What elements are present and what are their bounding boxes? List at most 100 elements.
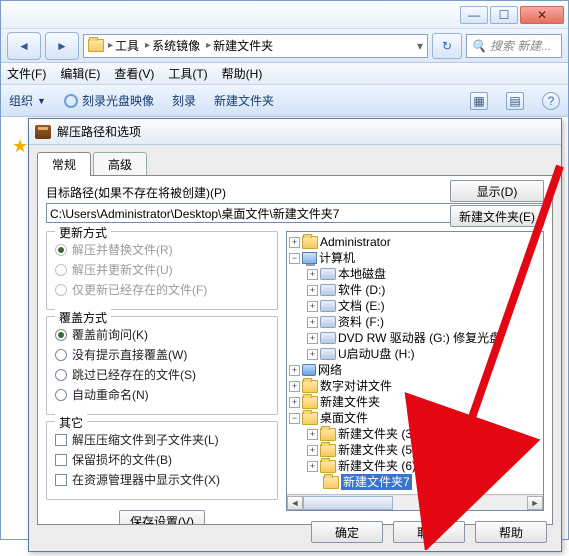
- tree-admin[interactable]: Administrator: [320, 234, 391, 250]
- new-folder-label: 新建文件夹: [214, 92, 274, 109]
- tree-computer[interactable]: 计算机: [319, 250, 355, 266]
- crumb-3[interactable]: ▸新建文件夹: [204, 37, 275, 54]
- crumb-2[interactable]: ▸系统镜像: [143, 37, 202, 54]
- crumb-1[interactable]: ▸工具: [106, 37, 141, 54]
- tab-advanced[interactable]: 高级: [93, 152, 147, 176]
- winrar-icon: [35, 125, 51, 139]
- overwrite-opt2[interactable]: 没有提示直接覆盖(W): [55, 346, 269, 363]
- expand-toggle[interactable]: +: [307, 317, 318, 328]
- expand-toggle[interactable]: +: [307, 333, 318, 344]
- search-box[interactable]: 🔍 搜索 新建...: [466, 34, 562, 58]
- tree-network[interactable]: 网络: [318, 362, 342, 378]
- burn-button[interactable]: 刻录: [172, 92, 196, 109]
- menu-edit[interactable]: 编辑(E): [60, 65, 100, 82]
- folder-icon: [302, 396, 318, 409]
- scroll-track[interactable]: [303, 496, 527, 510]
- misc-opt1[interactable]: 解压压缩文件到子文件夹(L): [55, 431, 269, 448]
- tree-newfolder[interactable]: 新建文件夹: [320, 394, 380, 410]
- burn-label: 刻录: [172, 92, 196, 109]
- help-dialog-button[interactable]: 帮助: [475, 521, 547, 543]
- organize-button[interactable]: 组织 ▼: [9, 92, 46, 109]
- burn-image-label: 刻录光盘映像: [82, 92, 154, 109]
- scroll-thumb[interactable]: [303, 496, 393, 510]
- tree-nf7[interactable]: 新建文件夹7: [341, 474, 412, 490]
- preview-pane-button[interactable]: ▤: [506, 92, 524, 110]
- update-opt3[interactable]: 仅更新已经存在的文件(F): [55, 281, 269, 298]
- tree-software[interactable]: 软件 (D:): [338, 282, 385, 298]
- help-label: 帮助: [499, 524, 523, 541]
- overwrite-opt4-label: 自动重命名(N): [72, 386, 149, 403]
- overwrite-opt4[interactable]: 自动重命名(N): [55, 386, 269, 403]
- tree-digital[interactable]: 数字对讲文件: [320, 378, 392, 394]
- update-opt3-label: 仅更新已经存在的文件(F): [72, 281, 207, 298]
- network-icon: [302, 364, 316, 376]
- misc-opt2[interactable]: 保留损坏的文件(B): [55, 451, 269, 468]
- tree-dvd[interactable]: DVD RW 驱动器 (G:) 修复光盘: [338, 330, 501, 346]
- expand-toggle[interactable]: +: [289, 397, 300, 408]
- minimize-button[interactable]: —: [460, 6, 488, 24]
- expand-toggle[interactable]: +: [307, 429, 318, 440]
- expand-toggle[interactable]: +: [307, 445, 318, 456]
- horizontal-scrollbar[interactable]: ◄ ►: [287, 494, 543, 510]
- expand-toggle[interactable]: −: [289, 413, 300, 424]
- misc-opt3-label: 在资源管理器中显示文件(X): [72, 471, 220, 488]
- update-opt1[interactable]: 解压并替换文件(R): [55, 241, 269, 258]
- address-row: ◄ ► ▸工具 ▸系统镜像 ▸新建文件夹 ▾ ↻ 🔍 搜索 新建...: [1, 29, 568, 63]
- tree-data[interactable]: 资料 (F:): [338, 314, 384, 330]
- expand-toggle[interactable]: +: [307, 349, 318, 360]
- radio-icon: [55, 244, 67, 256]
- search-placeholder: 搜索 新建...: [490, 37, 551, 54]
- ok-button[interactable]: 确定: [311, 521, 383, 543]
- close-button[interactable]: ✕: [520, 6, 564, 24]
- overwrite-opt1[interactable]: 覆盖前询问(K): [55, 326, 269, 343]
- burn-image-button[interactable]: 刻录光盘映像: [64, 92, 154, 109]
- update-opt2[interactable]: 解压并更新文件(U): [55, 261, 269, 278]
- expand-toggle[interactable]: +: [307, 461, 318, 472]
- tree-nf6[interactable]: 新建文件夹 (6): [338, 458, 416, 474]
- checkbox-icon: [55, 454, 67, 466]
- star-icon: ★: [12, 136, 28, 157]
- cancel-label: 取消: [417, 524, 441, 541]
- expand-toggle[interactable]: +: [289, 237, 300, 248]
- tree-nf3[interactable]: 新建文件夹 (3): [338, 426, 416, 442]
- expand-toggle[interactable]: +: [307, 269, 318, 280]
- tab-general[interactable]: 常规: [37, 152, 91, 176]
- forward-button[interactable]: ►: [45, 32, 79, 60]
- folder-tree[interactable]: + Administrator − 计算机 + 本地磁盘 + 软件 (D:) +…: [287, 232, 543, 494]
- expand-toggle[interactable]: +: [289, 381, 300, 392]
- search-icon: 🔍: [471, 39, 486, 53]
- view-options-button[interactable]: ▦: [470, 92, 488, 110]
- maximize-button[interactable]: ☐: [490, 6, 518, 24]
- display-button[interactable]: 显示(D): [450, 180, 544, 202]
- save-settings-button[interactable]: 保存设置(V): [119, 510, 205, 525]
- menu-help[interactable]: 帮助(H): [222, 65, 263, 82]
- scroll-left-button[interactable]: ◄: [287, 496, 303, 510]
- overwrite-opt3[interactable]: 跳过已经存在的文件(S): [55, 366, 269, 383]
- misc-legend: 其它: [55, 414, 87, 431]
- cancel-button[interactable]: 取消: [393, 521, 465, 543]
- new-folder-dialog-button[interactable]: 新建文件夹(E): [450, 205, 544, 227]
- menu-tools[interactable]: 工具(T): [168, 65, 207, 82]
- tree-desktop[interactable]: 桌面文件: [320, 410, 368, 426]
- radio-icon: [55, 369, 67, 381]
- back-button[interactable]: ◄: [7, 32, 41, 60]
- misc-opt1-label: 解压压缩文件到子文件夹(L): [72, 431, 219, 448]
- tree-localdisk[interactable]: 本地磁盘: [338, 266, 386, 282]
- help-button[interactable]: ?: [542, 92, 560, 110]
- refresh-button[interactable]: ↻: [432, 33, 462, 59]
- expand-toggle[interactable]: +: [307, 301, 318, 312]
- new-folder-button[interactable]: 新建文件夹: [214, 92, 274, 109]
- menu-view[interactable]: 查看(V): [114, 65, 154, 82]
- expand-toggle[interactable]: +: [289, 365, 300, 376]
- tab-general-label: 常规: [52, 158, 76, 172]
- menu-file[interactable]: 文件(F): [7, 65, 46, 82]
- misc-opt3[interactable]: 在资源管理器中显示文件(X): [55, 471, 269, 488]
- address-bar[interactable]: ▸工具 ▸系统镜像 ▸新建文件夹 ▾: [83, 34, 428, 58]
- tree-docs[interactable]: 文档 (E:): [338, 298, 385, 314]
- checkbox-icon: [55, 474, 67, 486]
- scroll-right-button[interactable]: ►: [527, 496, 543, 510]
- expand-toggle[interactable]: +: [307, 285, 318, 296]
- tree-nf5[interactable]: 新建文件夹 (5): [338, 442, 416, 458]
- expand-toggle[interactable]: −: [289, 253, 300, 264]
- tree-udisk[interactable]: U启动U盘 (H:): [338, 346, 415, 362]
